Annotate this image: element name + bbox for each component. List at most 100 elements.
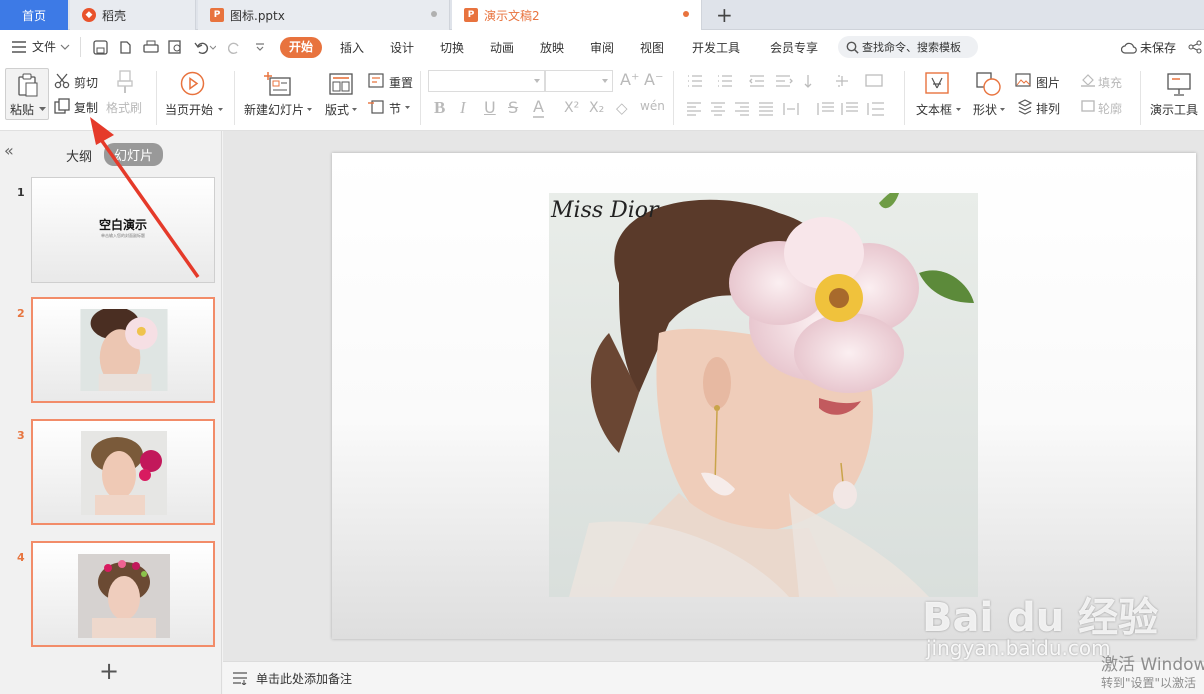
new-tab-button[interactable]: + [716,3,733,27]
save-status-label: 未保存 [1140,41,1177,55]
shapes-button[interactable]: 形状 [973,101,997,118]
tab-presentation-2[interactable]: P 演示文稿2 [452,0,702,30]
notes-bar[interactable]: 单击此处添加备注 [223,661,1204,694]
slide-canvas[interactable]: Miss Dior [332,153,1196,639]
menu-slideshow[interactable]: 放映 [540,39,564,56]
slide-number: 4 [17,551,25,564]
shapes-icon[interactable] [975,71,1003,97]
italic-icon[interactable]: I [460,98,466,118]
increase-font-icon[interactable]: A⁺ [620,70,639,89]
hamburger-icon [12,40,26,53]
tab-daoke[interactable]: ◆ 稻壳 [70,0,196,30]
cut-button[interactable]: 剪切 [74,74,98,91]
section-icon[interactable] [368,99,384,114]
bold-icon[interactable]: B [434,98,445,118]
command-search[interactable]: 查找命令、搜索模板 [838,36,978,58]
reset-button[interactable]: 重置 [389,74,413,91]
daoke-icon: ◆ [82,8,96,22]
menu-developer[interactable]: 开发工具 [692,39,740,56]
paste-button[interactable]: 粘贴 [5,68,49,120]
subscript-icon[interactable]: X₂ [589,100,604,116]
divider [673,71,674,125]
menu-animations[interactable]: 动画 [490,39,514,56]
presentation-tools-icon[interactable] [1166,71,1192,97]
presentation-tools-button[interactable]: 演示工具 [1150,101,1198,118]
superscript-icon[interactable]: X² [564,100,579,116]
strikethrough-icon[interactable]: S [508,98,518,117]
print-preview-icon[interactable] [168,40,184,55]
scissors-icon[interactable] [54,73,70,89]
tab-home-label: 首页 [21,8,46,23]
collapse-panel-icon[interactable]: « [4,143,14,159]
share-icon[interactable] [1188,40,1202,54]
outline-icon[interactable] [1080,99,1096,113]
font-family-select[interactable] [428,70,545,92]
search-icon [846,41,859,54]
phonetic-icon[interactable]: wén [640,99,665,113]
ppt-file-icon: P [464,8,478,22]
font-size-select[interactable] [545,70,613,92]
text-box-button[interactable]: 文本框 [916,101,952,118]
ppt-file-icon: P [210,8,224,22]
slide-thumbnail-2[interactable] [31,297,215,403]
menu-review[interactable]: 审阅 [590,39,614,56]
add-slide-button[interactable]: + [99,659,119,683]
decrease-font-icon[interactable]: A⁻ [644,70,663,89]
tab-daoke-label: 稻壳 [102,8,127,23]
fill-icon[interactable] [1080,73,1096,87]
notes-placeholder[interactable]: 单击此处添加备注 [256,670,352,687]
save-status[interactable]: 未保存 [1121,39,1176,56]
arrange-button[interactable]: 排列 [1036,100,1060,117]
new-slide-button[interactable]: 新建幻灯片 [244,101,304,118]
outline-button[interactable]: 轮廓 [1098,100,1122,117]
paragraph-align-icons[interactable] [686,101,896,117]
baidu-watermark-url: jingyan.baidu.com [926,636,1111,660]
chevron-down-icon [352,108,357,111]
menu-member[interactable]: 会员专享 [770,39,818,56]
quick-access-dropdown-icon[interactable] [255,42,265,52]
picture-button[interactable]: 图片 [1036,74,1060,91]
font-color-icon[interactable]: A [533,98,544,118]
menu-home[interactable]: 开始 [280,37,323,58]
layout-button[interactable]: 版式 [325,101,349,118]
undo-icon[interactable] [194,40,216,55]
paragraph-list-icons[interactable] [686,73,886,89]
slide-thumbnail-4[interactable] [31,541,215,647]
save-icon[interactable] [93,40,108,55]
text-box-icon[interactable] [924,71,950,97]
reset-icon[interactable] [368,73,384,88]
layout-icon[interactable] [329,73,353,95]
section-button[interactable]: 节 [389,100,401,117]
chevron-down-icon [218,108,223,111]
divider [80,37,81,57]
print-icon[interactable] [143,40,159,55]
underline-icon[interactable]: U [484,98,496,117]
new-slide-icon[interactable] [264,71,292,97]
picture-icon[interactable] [1015,73,1031,87]
redo-icon[interactable] [228,40,242,55]
slide-thumbnail-3[interactable] [31,419,215,525]
menu-transitions[interactable]: 切换 [440,39,464,56]
thumb-photo-woman-flower [80,309,168,391]
fill-button[interactable]: 填充 [1098,74,1122,91]
export-icon[interactable] [118,40,133,55]
slide-photo-woman-flower[interactable]: Miss Dior [549,193,978,597]
menu-view[interactable]: 视图 [640,39,664,56]
activate-windows-subtitle: 转到"设置"以激活 [1101,676,1197,690]
file-menu[interactable]: 文件 [12,38,70,55]
play-icon[interactable] [180,71,205,96]
format-painter-icon[interactable] [116,70,134,94]
clear-format-icon[interactable]: ◇ [616,99,628,117]
arrange-icon[interactable] [1018,99,1032,115]
chevron-down-icon [307,108,312,111]
thumb-photo-woman-flower-crown [78,554,170,638]
tab-file-icons-pptx[interactable]: P 图标.pptx [198,0,450,30]
thumb-photo-woman-red-flowers [81,431,167,515]
tab-file2-label: 演示文稿2 [484,8,540,23]
tab-home[interactable]: 首页 [0,0,68,30]
tab-file1-label: 图标.pptx [230,8,285,23]
chevron-down-icon [405,106,410,109]
menu-insert[interactable]: 插入 [340,39,364,56]
copy-icon[interactable] [54,98,70,114]
menu-design[interactable]: 设计 [390,39,414,56]
